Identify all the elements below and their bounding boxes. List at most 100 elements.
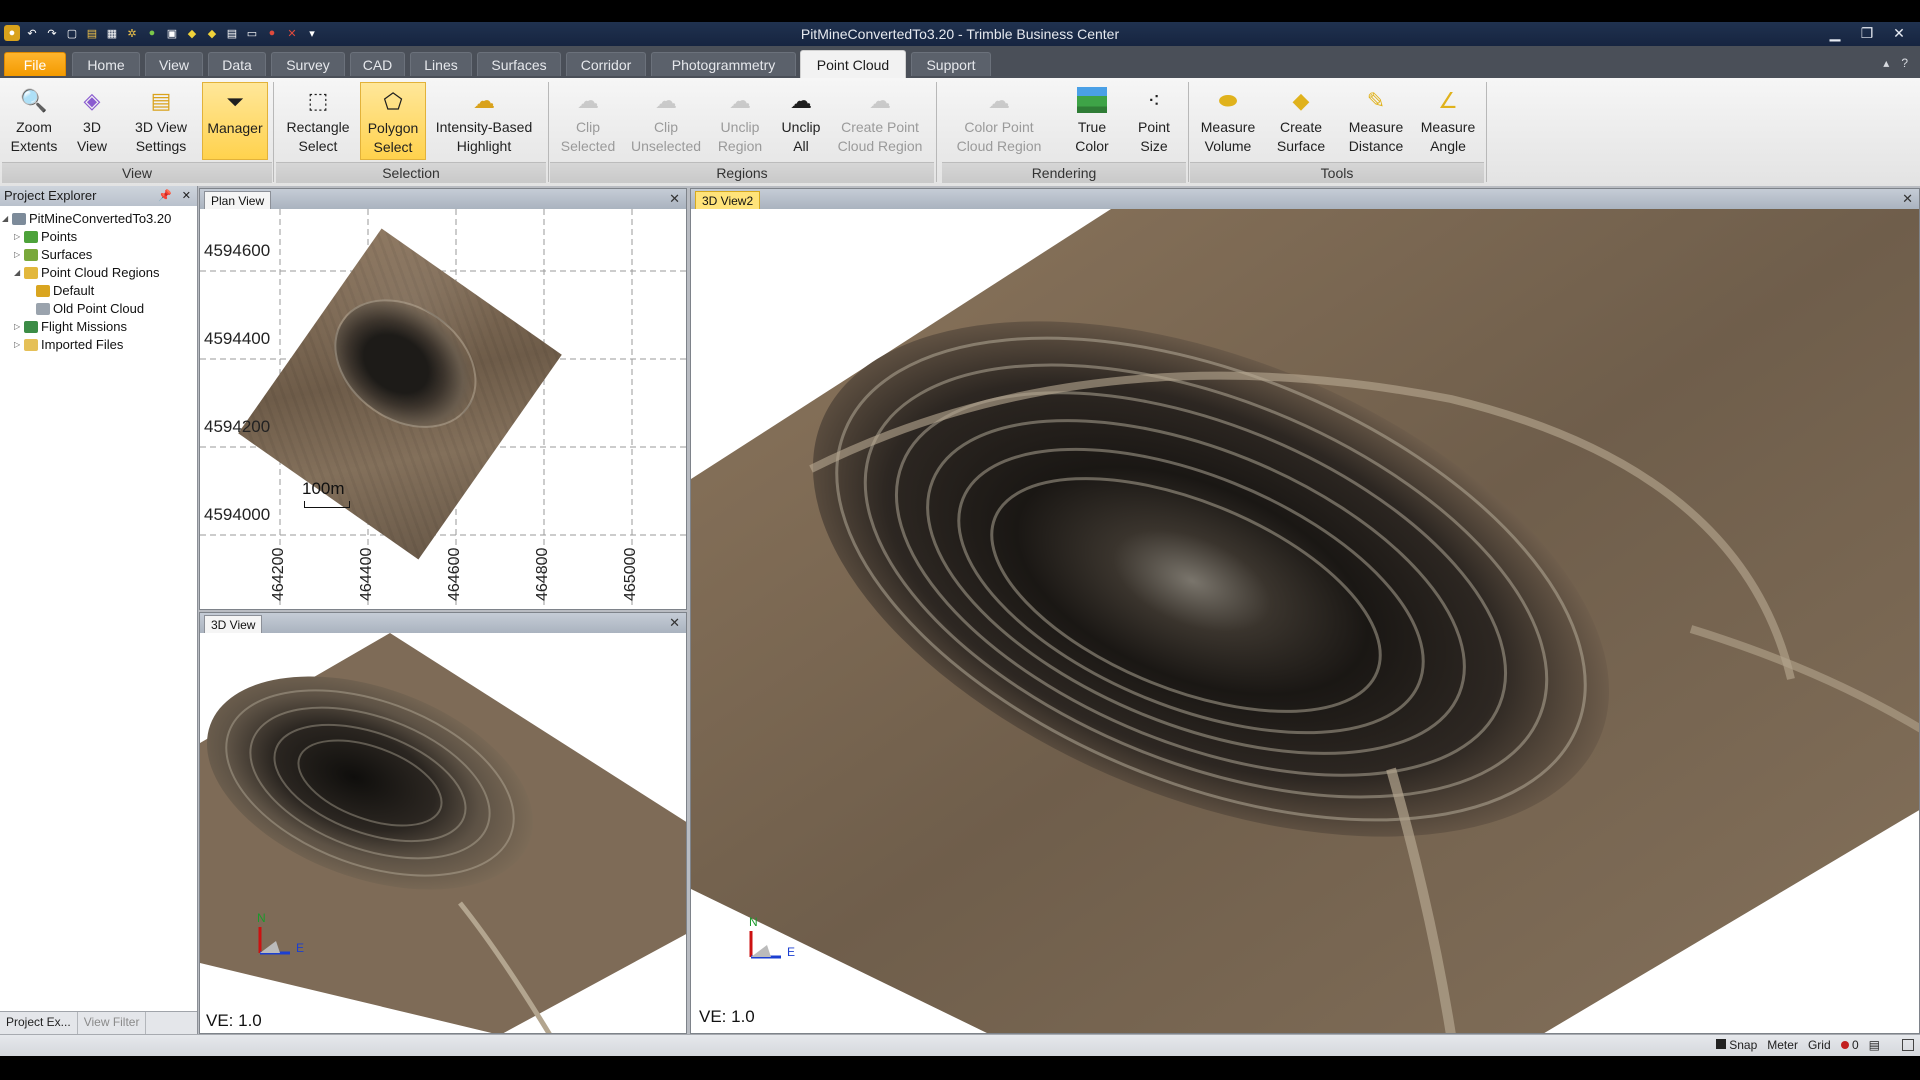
3d-view-panel[interactable]: 3D View ✕ N E VE: 1.0	[199, 612, 687, 1034]
error-dot-icon	[1840, 1041, 1849, 1049]
tree-item[interactable]: Default	[0, 282, 197, 300]
3d-view2-ve-label: VE: 1.0	[699, 1007, 755, 1026]
unclip-region-button[interactable]: ☁ Unclip Region	[708, 82, 772, 160]
clip-selected-button[interactable]: ☁ Clip Selected	[552, 82, 624, 160]
close-icon[interactable]: ✕	[1886, 24, 1912, 42]
explorer-title: Project Explorer	[4, 188, 97, 203]
unit-label[interactable]: Meter	[1767, 1038, 1798, 1052]
intensity-highlight-label: Intensity-Based Highlight	[435, 119, 533, 154]
plan-view-panel[interactable]: Plan View ✕ 4594600 4594400 4594200 4594…	[199, 188, 687, 610]
create-region-button[interactable]: ☁ Create Point Cloud Region	[830, 82, 930, 160]
tree-item-label: Old Point Cloud	[53, 301, 145, 316]
tree-toggle-icon[interactable]: ▷	[14, 318, 24, 336]
plan-x-label-3: 464600	[446, 547, 463, 601]
3d-view-tab[interactable]: 3D View	[204, 615, 263, 633]
help-icon[interactable]: ?	[1901, 56, 1908, 70]
3d-view-button[interactable]: ◈ 3D View	[66, 82, 118, 160]
tree-item[interactable]: ▷ Flight Missions	[0, 318, 197, 336]
project-tree: ◢ PitMineConvertedTo3.20 ▷ Points ▷ Surfaces ◢…	[0, 206, 197, 354]
tree-toggle-icon[interactable]: ▷	[14, 228, 24, 246]
tab-cad[interactable]: CAD	[350, 52, 405, 76]
tree-item[interactable]: ◢ Point Cloud Regions	[0, 264, 197, 282]
tree-item-label: Default	[53, 283, 95, 298]
zoom-extents-button[interactable]: 🔍 Zoom Extents	[4, 82, 64, 160]
tab-lines[interactable]: Lines	[410, 52, 472, 76]
3d-view2-panel[interactable]: 3D View2 ✕ N E VE: 1.0	[690, 188, 1920, 1034]
tab-point-cloud[interactable]: Point Cloud	[800, 50, 906, 78]
3d-view2-tab[interactable]: 3D View2	[695, 191, 761, 209]
tree-item[interactable]: ▷ Imported Files	[0, 336, 197, 354]
pin-icon[interactable]: 📌	[158, 186, 172, 206]
true-color-button[interactable]: True Color	[1064, 82, 1120, 160]
clip-unselected-button[interactable]: ☁ Clip Unselected	[626, 82, 706, 160]
create-surface-button[interactable]: ◆ Create Surface	[1266, 82, 1336, 160]
polygon-select-button[interactable]: ⬠ Polygon Select	[360, 82, 426, 160]
status-resize-icon[interactable]	[1902, 1039, 1914, 1051]
measure-volume-label: Measure Volume	[1200, 119, 1256, 154]
3d-view-settings-button[interactable]: ▤ 3D View Settings	[122, 82, 200, 160]
measure-volume-button[interactable]: ⬬ Measure Volume	[1194, 82, 1262, 160]
manager-button[interactable]: ⏷ Manager	[202, 82, 268, 160]
true-color-icon	[1076, 84, 1108, 116]
3d-view2-close-icon[interactable]: ✕	[1902, 191, 1913, 207]
tab-view-filter[interactable]: View Filter	[78, 1012, 147, 1034]
tree-item-label: PitMineConvertedTo3.20	[29, 211, 172, 226]
polygon-select-icon: ⬠	[383, 88, 403, 114]
3d-view-north-label: N	[257, 911, 266, 925]
rectangle-select-button[interactable]: ⬚ Rectangle Select	[278, 82, 358, 160]
restore-icon[interactable]: ❐	[1854, 24, 1880, 42]
tree-node-icon	[24, 231, 38, 243]
group-selection-label: Selection	[276, 162, 546, 183]
calendar-icon[interactable]: ▤	[1869, 1038, 1880, 1052]
tab-photogrammetry[interactable]: Photogrammetry	[651, 52, 796, 76]
tree-toggle-icon[interactable]: ▷	[14, 246, 24, 264]
cloud-clip-unselected-icon: ☁	[655, 87, 677, 113]
rectangle-select-label: Rectangle Select	[286, 119, 350, 154]
zoom-extents-label: Zoom Extents	[10, 119, 58, 154]
3d-view-close-icon[interactable]: ✕	[669, 615, 680, 631]
measure-distance-button[interactable]: ✎ Measure Distance	[1340, 82, 1412, 160]
tab-project-explorer[interactable]: Project Ex...	[0, 1012, 78, 1034]
measure-volume-icon: ⬬	[1218, 87, 1238, 113]
unclip-all-button[interactable]: ☁ Unclip All	[774, 82, 828, 160]
measure-distance-label: Measure Distance	[1348, 119, 1404, 154]
tab-file[interactable]: File	[4, 52, 66, 76]
grid-toggle[interactable]: Grid	[1808, 1038, 1831, 1052]
point-size-button[interactable]: ⁖ Point Size	[1126, 82, 1182, 160]
clip-selected-label: Clip Selected	[560, 119, 616, 154]
tree-node-icon	[24, 249, 38, 261]
polygon-select-label: Polygon Select	[367, 120, 419, 155]
tree-toggle-icon[interactable]: ▷	[14, 336, 24, 354]
error-count[interactable]: 0	[1840, 1038, 1859, 1052]
tree-item[interactable]: Old Point Cloud	[0, 300, 197, 318]
tab-surfaces[interactable]: Surfaces	[477, 52, 561, 76]
workspace: Project Explorer 📌 ✕ ◢ PitMineConvertedTo3…	[0, 186, 1920, 1034]
plan-pit	[309, 272, 502, 455]
tab-corridor[interactable]: Corridor	[566, 52, 646, 76]
color-region-button[interactable]: ☁ Color Point Cloud Region	[944, 82, 1054, 160]
tree-toggle-icon[interactable]: ◢	[2, 210, 12, 228]
scale-bar	[304, 501, 350, 508]
measure-angle-button[interactable]: ∠ Measure Angle	[1414, 82, 1482, 160]
view-settings-icon: ▤	[150, 87, 172, 113]
tab-support[interactable]: Support	[911, 52, 991, 76]
tab-data[interactable]: Data	[208, 52, 266, 76]
tree-item[interactable]: ◢ PitMineConvertedTo3.20	[0, 210, 197, 228]
snap-toggle[interactable]: Snap	[1716, 1038, 1757, 1052]
3d-view2-north-label: N	[749, 915, 758, 929]
explorer-close-icon[interactable]: ✕	[182, 186, 191, 206]
tab-survey[interactable]: Survey	[271, 52, 345, 76]
plan-view-close-icon[interactable]: ✕	[669, 191, 680, 207]
tab-home[interactable]: Home	[72, 52, 140, 76]
plan-view-tab[interactable]: Plan View	[204, 191, 272, 209]
tab-view[interactable]: View	[145, 52, 203, 76]
tree-node-icon	[24, 339, 38, 351]
snap-icon	[1716, 1039, 1727, 1049]
tree-item[interactable]: ▷ Points	[0, 228, 197, 246]
tree-item[interactable]: ▷ Surfaces	[0, 246, 197, 264]
minimize-icon[interactable]: ▁	[1822, 24, 1848, 42]
tree-node-icon	[24, 267, 38, 279]
collapse-ribbon-icon[interactable]: ▴	[1883, 56, 1889, 70]
intensity-highlight-button[interactable]: ☁ Intensity-Based Highlight	[428, 82, 540, 160]
tree-toggle-icon[interactable]: ◢	[14, 264, 24, 282]
